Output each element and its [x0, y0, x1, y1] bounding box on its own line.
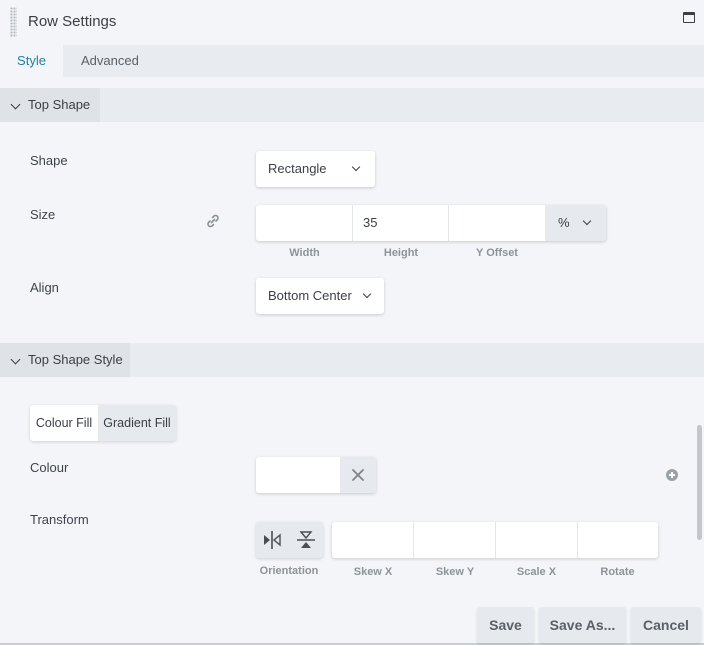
transform-label: Transform [30, 512, 89, 527]
align-select-value: Bottom Center [268, 288, 352, 303]
window-maximize-icon[interactable] [683, 12, 695, 23]
rotate-sublabel: Rotate [600, 566, 635, 578]
panel-title: Row Settings [28, 13, 117, 30]
fill-type-toggle: Colour Fill Gradient Fill [30, 405, 176, 441]
align-select[interactable]: Bottom Center [256, 278, 384, 314]
flip-horizontal-icon [264, 531, 281, 549]
shape-label: Shape [30, 153, 68, 168]
y-offset-sublabel: Y Offset [476, 247, 518, 259]
tab-bar: Style Advanced [0, 45, 704, 77]
chevron-down-icon [10, 99, 21, 110]
colour-label: Colour [30, 460, 69, 475]
size-input-group: 35 % [256, 205, 606, 241]
flip-vertical-button[interactable] [290, 522, 323, 558]
gradient-fill-option[interactable]: Gradient Fill [98, 405, 176, 441]
chevron-down-icon [351, 162, 361, 172]
size-height-input[interactable]: 35 [353, 205, 449, 241]
save-button[interactable]: Save [477, 607, 534, 643]
orientation-group [256, 522, 323, 558]
rotate-input[interactable] [577, 522, 658, 558]
size-y-offset-input[interactable] [449, 205, 545, 241]
unit-select-value: % [558, 215, 570, 230]
size-label: Size [30, 207, 56, 222]
add-preset-icon[interactable] [666, 469, 678, 481]
tab-style[interactable]: Style [0, 45, 63, 77]
chevron-down-icon [362, 289, 372, 299]
transform-input-group [332, 522, 658, 558]
panel-titlebar[interactable]: Row Settings [0, 0, 704, 45]
flip-vertical-icon [297, 531, 315, 548]
colour-fill-option[interactable]: Colour Fill [30, 405, 98, 441]
scrollbar-thumb[interactable] [697, 425, 702, 540]
width-sublabel: Width [289, 247, 320, 259]
align-label: Align [30, 280, 59, 295]
cancel-button[interactable]: Cancel [631, 607, 701, 643]
shape-select-value: Rectangle [268, 161, 327, 176]
drag-handle-icon[interactable] [10, 7, 17, 37]
row-settings-panel: Row Settings Style Advanced Top Shape Sh… [0, 0, 704, 645]
clear-colour-button[interactable] [340, 457, 376, 493]
scale-x-input[interactable] [496, 522, 578, 558]
orientation-sublabel: Orientation [259, 565, 319, 577]
skew-y-input[interactable] [414, 522, 496, 558]
skew-x-sublabel: Skew X [353, 566, 393, 578]
section-top-shape-style: Top Shape Style [0, 343, 704, 377]
shape-select[interactable]: Rectangle [256, 151, 375, 187]
close-icon [352, 469, 364, 481]
tab-advanced[interactable]: Advanced [81, 45, 139, 77]
section-title: Top Shape Style [28, 352, 123, 367]
section-top-shape: Top Shape [0, 88, 704, 122]
scale-x-sublabel: Scale X [516, 566, 557, 578]
save-as-button[interactable]: Save As... [539, 607, 626, 643]
section-top-shape-toggle[interactable]: Top Shape [0, 88, 100, 122]
skew-x-input[interactable] [332, 522, 414, 558]
skew-y-sublabel: Skew Y [435, 566, 475, 578]
colour-picker[interactable] [256, 457, 376, 493]
section-top-shape-style-toggle[interactable]: Top Shape Style [0, 343, 130, 377]
size-width-input[interactable] [256, 205, 353, 241]
height-sublabel: Height [383, 247, 419, 259]
flip-horizontal-button[interactable] [256, 522, 289, 558]
unit-select[interactable]: % [545, 205, 606, 241]
chevron-down-icon [10, 354, 21, 365]
chevron-down-icon [582, 216, 592, 226]
link-icon[interactable] [204, 212, 222, 230]
section-title: Top Shape [28, 97, 91, 112]
